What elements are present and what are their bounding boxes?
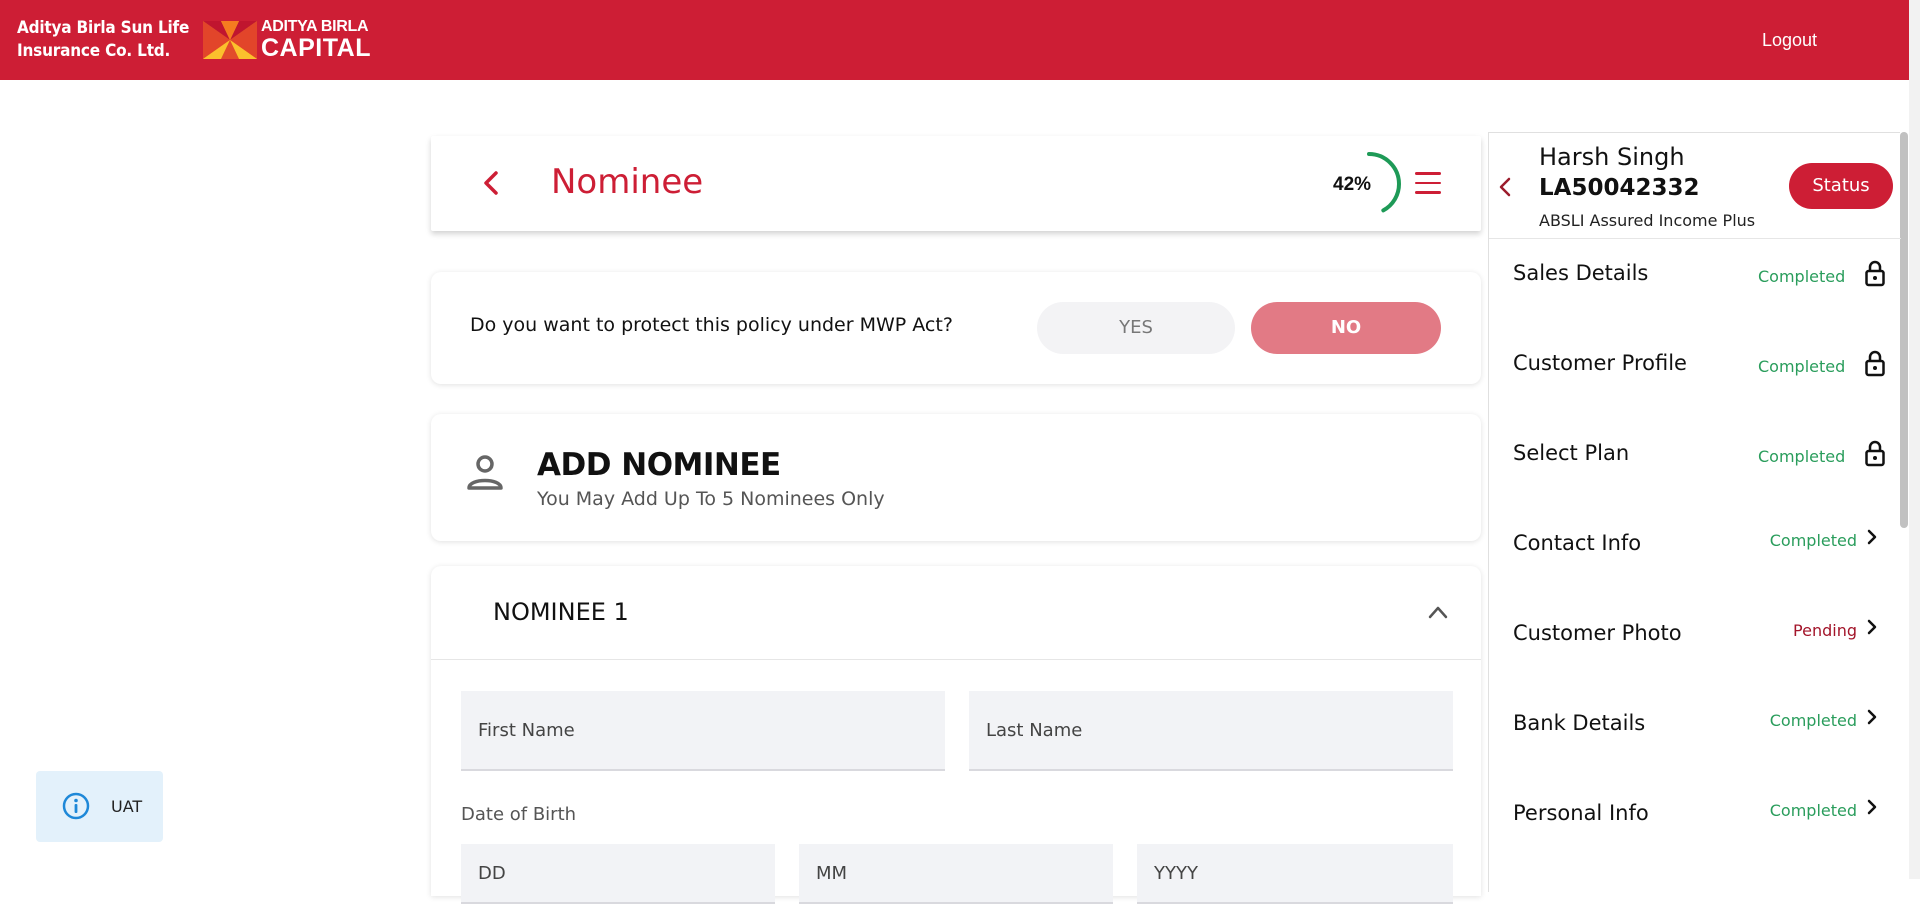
nominee-1-header[interactable]: NOMINEE 1	[431, 566, 1481, 660]
environment-badge[interactable]: UAT	[36, 771, 163, 842]
chevron-right-icon[interactable]	[1867, 529, 1877, 545]
add-nominee-title: ADD NOMINEE	[537, 447, 781, 483]
step-status: Completed	[1758, 447, 1846, 466]
progress-indicator: 42%	[1331, 144, 1411, 224]
last-name-input[interactable]	[969, 691, 1453, 769]
nominee-title-card: Nominee 42%	[431, 136, 1481, 231]
status-button[interactable]: Status	[1789, 163, 1893, 209]
lock-icon	[1865, 350, 1885, 377]
nominee-1-section: NOMINEE 1 Date of Birth	[431, 566, 1481, 904]
mwp-question: Do you want to protect this policy under…	[470, 314, 953, 336]
dob-year-field[interactable]	[1137, 844, 1453, 904]
top-header: Aditya Birla Sun Life Insurance Co. Ltd.…	[0, 0, 1909, 80]
step-label: Contact Info	[1513, 531, 1642, 555]
step-status: Completed	[1758, 267, 1846, 286]
step-status: Completed	[1769, 801, 1857, 820]
step-item[interactable]: Contact Info Completed	[1489, 509, 1901, 599]
logo-word-1: ADITYA BIRLA	[261, 18, 369, 35]
dob-year-input[interactable]	[1137, 844, 1453, 902]
brand-line-1: Aditya Birla Sun Life	[17, 18, 190, 38]
chevron-right-icon[interactable]	[1867, 619, 1877, 635]
mwp-question-card: Do you want to protect this policy under…	[431, 272, 1481, 384]
environment-label: UAT	[111, 797, 143, 816]
first-name-input[interactable]	[461, 691, 945, 769]
page-title: Nominee	[551, 162, 704, 202]
aditya-birla-capital-logo: ADITYA BIRLA CAPITAL	[203, 19, 371, 61]
step-label: Select Plan	[1513, 441, 1630, 465]
policy-number: LA50042332	[1539, 175, 1700, 201]
plan-name: ABSLI Assured Income Plus	[1539, 211, 1756, 230]
step-status: Completed	[1769, 531, 1857, 550]
page-scrollbar[interactable]	[1909, 0, 1920, 879]
chevron-up-icon[interactable]	[1427, 604, 1449, 620]
logo-word-2: CAPITAL	[261, 34, 371, 62]
scrollbar-thumb[interactable]	[1900, 132, 1908, 528]
progress-percent: 42%	[1333, 174, 1372, 195]
person-icon	[467, 455, 503, 490]
step-item[interactable]: Customer Profile Completed	[1489, 329, 1901, 419]
mwp-yes-button[interactable]: YES	[1037, 302, 1235, 354]
step-label: Bank Details	[1513, 711, 1646, 735]
dob-day-input[interactable]	[461, 844, 775, 902]
application-steps-panel: Harsh Singh LA50042332 ABSLI Assured Inc…	[1488, 132, 1901, 892]
add-nominee-subtitle: You May Add Up To 5 Nominees Only	[537, 488, 885, 510]
step-item[interactable]: Sales Details Completed	[1489, 239, 1901, 329]
step-status: Pending	[1793, 621, 1857, 640]
nominee-1-title: NOMINEE 1	[493, 598, 629, 626]
step-label: Personal Info	[1513, 801, 1649, 825]
customer-summary: Harsh Singh LA50042332 ABSLI Assured Inc…	[1489, 133, 1901, 239]
step-item[interactable]: Personal Info Completed	[1489, 779, 1901, 869]
chevron-right-icon[interactable]	[1867, 799, 1877, 815]
sunburst-logo-icon	[203, 21, 257, 59]
lock-icon	[1865, 260, 1885, 287]
step-status: Completed	[1769, 711, 1857, 730]
lock-icon	[1865, 440, 1885, 467]
add-nominee-card[interactable]: ADD NOMINEE You May Add Up To 5 Nominees…	[431, 414, 1481, 541]
mwp-no-button[interactable]: NO	[1251, 302, 1441, 354]
dob-month-input[interactable]	[799, 844, 1113, 902]
step-label: Customer Photo	[1513, 621, 1682, 645]
dob-day-field[interactable]	[461, 844, 775, 904]
brand-line-2: Insurance Co. Ltd.	[17, 41, 171, 61]
step-status: Completed	[1758, 357, 1846, 376]
back-chevron-icon[interactable]	[483, 170, 499, 196]
brand-text: Aditya Birla Sun Life Insurance Co. Ltd.	[17, 17, 189, 63]
step-label: Sales Details	[1513, 261, 1649, 285]
step-item[interactable]: Customer Photo Pending	[1489, 599, 1901, 689]
first-name-field[interactable]	[461, 691, 945, 771]
chevron-right-icon[interactable]	[1867, 709, 1877, 725]
menu-hamburger-icon[interactable]	[1415, 172, 1441, 194]
dob-label: Date of Birth	[461, 804, 577, 825]
step-label: Customer Profile	[1513, 351, 1687, 375]
collapse-chevron-icon[interactable]	[1499, 177, 1511, 197]
last-name-field[interactable]	[969, 691, 1453, 771]
customer-name: Harsh Singh	[1539, 143, 1685, 171]
info-icon	[62, 792, 90, 820]
dob-month-field[interactable]	[799, 844, 1113, 904]
step-item[interactable]: Select Plan Completed	[1489, 419, 1901, 509]
logout-link[interactable]: Logout	[1762, 30, 1817, 51]
step-item[interactable]: Bank Details Completed	[1489, 689, 1901, 779]
